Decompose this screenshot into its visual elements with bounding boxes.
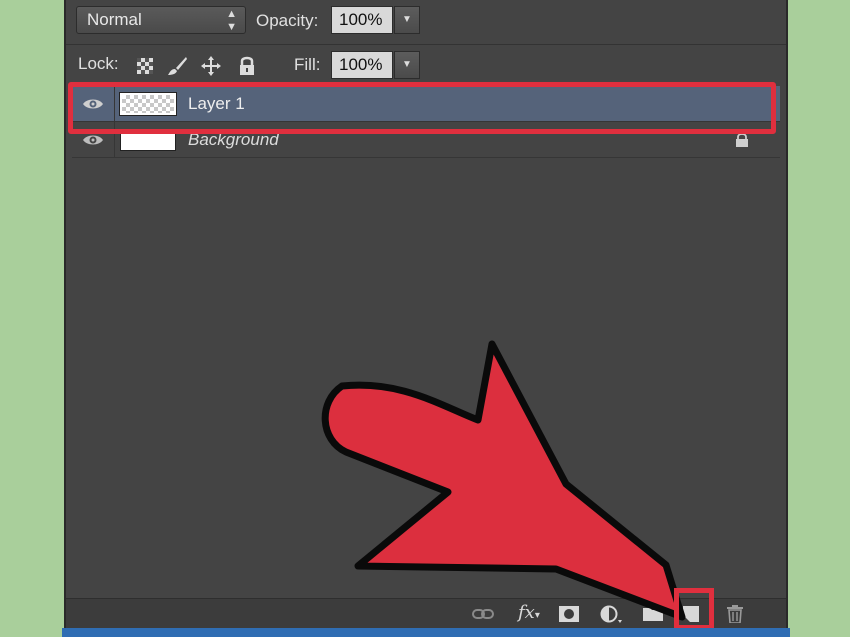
lock-fill-row: Lock: Fill: 100% ▼ [66,44,786,85]
opacity-input[interactable]: 100% [331,6,393,34]
layer-lock-icon [736,133,748,147]
fill-label: Fill: [294,55,321,74]
blend-mode-value: Normal [87,10,142,29]
adjustment-layer-icon[interactable] [600,605,622,623]
blend-opacity-row: Normal ▲ ▼ Opacity: 100% ▼ [66,0,786,40]
add-mask-icon[interactable] [558,605,580,623]
fx-layer-style-icon[interactable]: fx▾ [518,602,540,623]
fx-label: fx [518,602,535,623]
opacity-label: Opacity: [256,11,319,30]
select-arrows-icon: ▲ ▼ [226,8,237,33]
fill-dropdown-button[interactable]: ▼ [394,51,420,79]
lock-transparent-pixels-icon[interactable] [134,55,156,77]
visibility-eye-icon[interactable] [82,132,104,148]
new-layer-highlight-box [674,588,714,630]
new-group-icon[interactable] [642,605,664,623]
layer-highlight-box [68,82,776,134]
fill-input[interactable]: 100% [331,51,393,79]
lock-label: Lock: [78,54,119,73]
opacity-dropdown-button[interactable]: ▼ [394,6,420,34]
blend-mode-select[interactable]: Normal ▲ ▼ [76,6,246,34]
taskbar-strip [62,628,790,637]
link-layers-icon[interactable] [472,605,494,623]
delete-layer-icon[interactable] [724,605,746,623]
lock-image-pixels-icon[interactable] [166,55,188,77]
lock-position-icon[interactable] [200,55,222,77]
lock-all-icon[interactable] [236,55,258,77]
